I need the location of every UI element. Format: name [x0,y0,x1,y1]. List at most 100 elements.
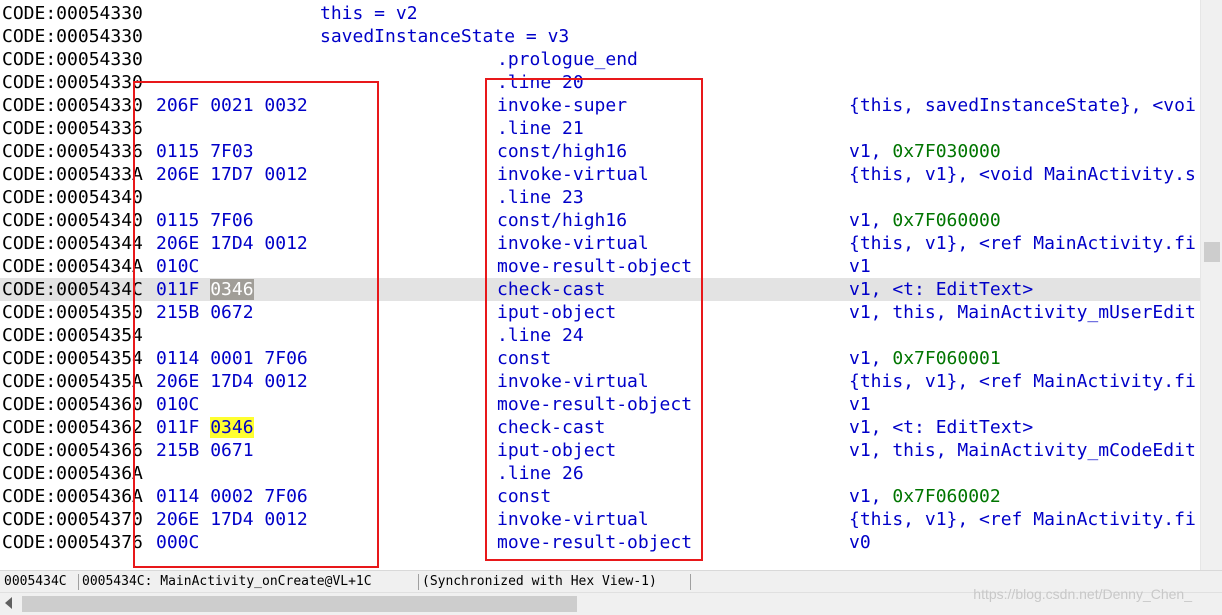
listing-row[interactable]: CODE:000543540114 0001 7F06constv1, 0x7F… [0,347,1200,370]
byte-group[interactable]: 7F03 [210,141,253,162]
byte-group[interactable]: 7F06 [210,210,253,231]
vertical-scrollbar[interactable] [1200,0,1222,570]
operands[interactable]: {this, v1}, <ref MainActivity.fi [849,370,1196,393]
operands[interactable]: {this, v1}, <ref MainActivity.fi [849,232,1196,255]
byte-group[interactable]: 0012 [264,164,307,185]
listing-row[interactable]: CODE:00054362011F 0346check-castv1, <t: … [0,416,1200,439]
byte-group[interactable]: 0115 [156,210,199,231]
listing-row[interactable]: CODE:00054340.line 23 [0,186,1200,209]
byte-group[interactable]: 215B [156,440,199,461]
listing-row[interactable]: CODE:000543360115 7F03const/high16v1, 0x… [0,140,1200,163]
byte-group[interactable]: 0346 [210,417,253,438]
listing-row[interactable]: CODE:00054344206E 17D4 0012invoke-virtua… [0,232,1200,255]
listing-row[interactable]: CODE:00054336.line 21 [0,117,1200,140]
byte-group[interactable]: 206E [156,509,199,530]
variable-alias[interactable]: this = v2 [320,2,418,25]
variable-alias[interactable]: savedInstanceState = v3 [320,25,569,48]
operands[interactable]: v1, <t: EditText> [849,278,1033,301]
instruction-mnemonic[interactable]: move-result-object [497,255,692,278]
instruction-mnemonic[interactable]: .line 21 [497,117,584,140]
listing-row[interactable]: CODE:00054366215B 0671iput-objectv1, thi… [0,439,1200,462]
instruction-mnemonic[interactable]: .line 26 [497,462,584,485]
instruction-mnemonic[interactable]: .line 24 [497,324,584,347]
byte-group[interactable]: 215B [156,302,199,323]
instruction-mnemonic[interactable]: move-result-object [497,531,692,554]
listing-row[interactable]: CODE:0005433A206E 17D7 0012invoke-virtua… [0,163,1200,186]
listing-row[interactable]: CODE:00054330.line 20 [0,71,1200,94]
instruction-mnemonic[interactable]: invoke-virtual [497,163,649,186]
byte-group[interactable]: 010C [156,394,199,415]
operands[interactable]: v0 [849,531,871,554]
instruction-mnemonic[interactable]: invoke-virtual [497,232,649,255]
listing-row[interactable]: CODE:00054360010Cmove-result-objectv1 [0,393,1200,416]
byte-group[interactable]: 0021 [210,95,253,116]
listing-row[interactable]: CODE:00054376000Cmove-result-objectv0 [0,531,1200,554]
operands[interactable]: {this, savedInstanceState}, <voi [849,94,1196,117]
listing-row[interactable]: CODE:00054330.prologue_end [0,48,1200,71]
listing-row[interactable]: CODE:00054330savedInstanceState = v3 [0,25,1200,48]
byte-group[interactable]: 0012 [264,371,307,392]
byte-group[interactable]: 011F [156,279,199,300]
operands[interactable]: v1, 0x7F030000 [849,140,1001,163]
byte-group[interactable]: 000C [156,532,199,553]
byte-group[interactable]: 0012 [264,233,307,254]
instruction-mnemonic[interactable]: invoke-virtual [497,508,649,531]
listing-row[interactable]: CODE:00054330206F 0021 0032invoke-super{… [0,94,1200,117]
byte-group[interactable]: 0672 [210,302,253,323]
byte-group[interactable]: 0115 [156,141,199,162]
byte-group[interactable]: 0002 [210,486,253,507]
instruction-mnemonic[interactable]: const [497,485,551,508]
listing-row[interactable]: CODE:00054370206E 17D4 0012invoke-virtua… [0,508,1200,531]
byte-group[interactable]: 17D4 [210,233,253,254]
instruction-mnemonic[interactable]: const/high16 [497,140,627,163]
byte-group[interactable]: 7F06 [264,348,307,369]
byte-group[interactable]: 0012 [264,509,307,530]
operands[interactable]: {this, v1}, <ref MainActivity.fi [849,508,1196,531]
instruction-mnemonic[interactable]: check-cast [497,278,605,301]
byte-group[interactable]: 0114 [156,486,199,507]
byte-group[interactable]: 17D7 [210,164,253,185]
listing-row[interactable]: CODE:0005436A.line 26 [0,462,1200,485]
horizontal-scroll-thumb[interactable] [22,596,577,612]
listing-row[interactable]: CODE:00054354.line 24 [0,324,1200,347]
operands[interactable]: v1 [849,255,871,278]
byte-group[interactable]: 17D4 [210,509,253,530]
byte-group[interactable]: 0671 [210,440,253,461]
listing-row[interactable]: CODE:000543400115 7F06const/high16v1, 0x… [0,209,1200,232]
byte-group[interactable]: 206F [156,95,199,116]
operands[interactable]: v1, 0x7F060000 [849,209,1001,232]
operands[interactable]: v1, 0x7F060001 [849,347,1001,370]
operands[interactable]: v1, this, MainActivity_mUserEdit [849,301,1196,324]
listing-row[interactable]: CODE:0005435A206E 17D4 0012invoke-virtua… [0,370,1200,393]
operands[interactable]: {this, v1}, <void MainActivity.s [849,163,1196,186]
disassembly-listing[interactable]: CODE:00054330this = v2CODE:00054330saved… [0,0,1200,570]
instruction-mnemonic[interactable]: const [497,347,551,370]
vertical-scroll-thumb[interactable] [1204,242,1220,262]
byte-group[interactable]: 011F [156,417,199,438]
byte-group[interactable]: 7F06 [264,486,307,507]
byte-group[interactable]: 206E [156,233,199,254]
instruction-mnemonic[interactable]: const/high16 [497,209,627,232]
listing-row[interactable]: CODE:0005434C011F 0346check-castv1, <t: … [0,278,1200,301]
operands[interactable]: v1, <t: EditText> [849,416,1033,439]
byte-group[interactable]: 17D4 [210,371,253,392]
instruction-mnemonic[interactable]: .line 20 [497,71,584,94]
instruction-mnemonic[interactable]: check-cast [497,416,605,439]
instruction-mnemonic[interactable]: iput-object [497,439,616,462]
instruction-mnemonic[interactable]: .prologue_end [497,48,638,71]
instruction-mnemonic[interactable]: iput-object [497,301,616,324]
byte-group[interactable]: 0001 [210,348,253,369]
byte-group[interactable]: 0346 [210,279,253,300]
instruction-mnemonic[interactable]: invoke-virtual [497,370,649,393]
byte-group[interactable]: 0032 [264,95,307,116]
listing-row[interactable]: CODE:0005436A0114 0002 7F06constv1, 0x7F… [0,485,1200,508]
operands[interactable]: v1, this, MainActivity_mCodeEdit [849,439,1196,462]
byte-group[interactable]: 0114 [156,348,199,369]
listing-row[interactable]: CODE:00054330this = v2 [0,2,1200,25]
listing-row[interactable]: CODE:0005434A010Cmove-result-objectv1 [0,255,1200,278]
operands[interactable]: v1, 0x7F060002 [849,485,1001,508]
scroll-left-arrow-icon[interactable] [5,597,12,609]
instruction-mnemonic[interactable]: .line 23 [497,186,584,209]
listing-row[interactable]: CODE:00054350215B 0672iput-objectv1, thi… [0,301,1200,324]
instruction-mnemonic[interactable]: invoke-super [497,94,627,117]
